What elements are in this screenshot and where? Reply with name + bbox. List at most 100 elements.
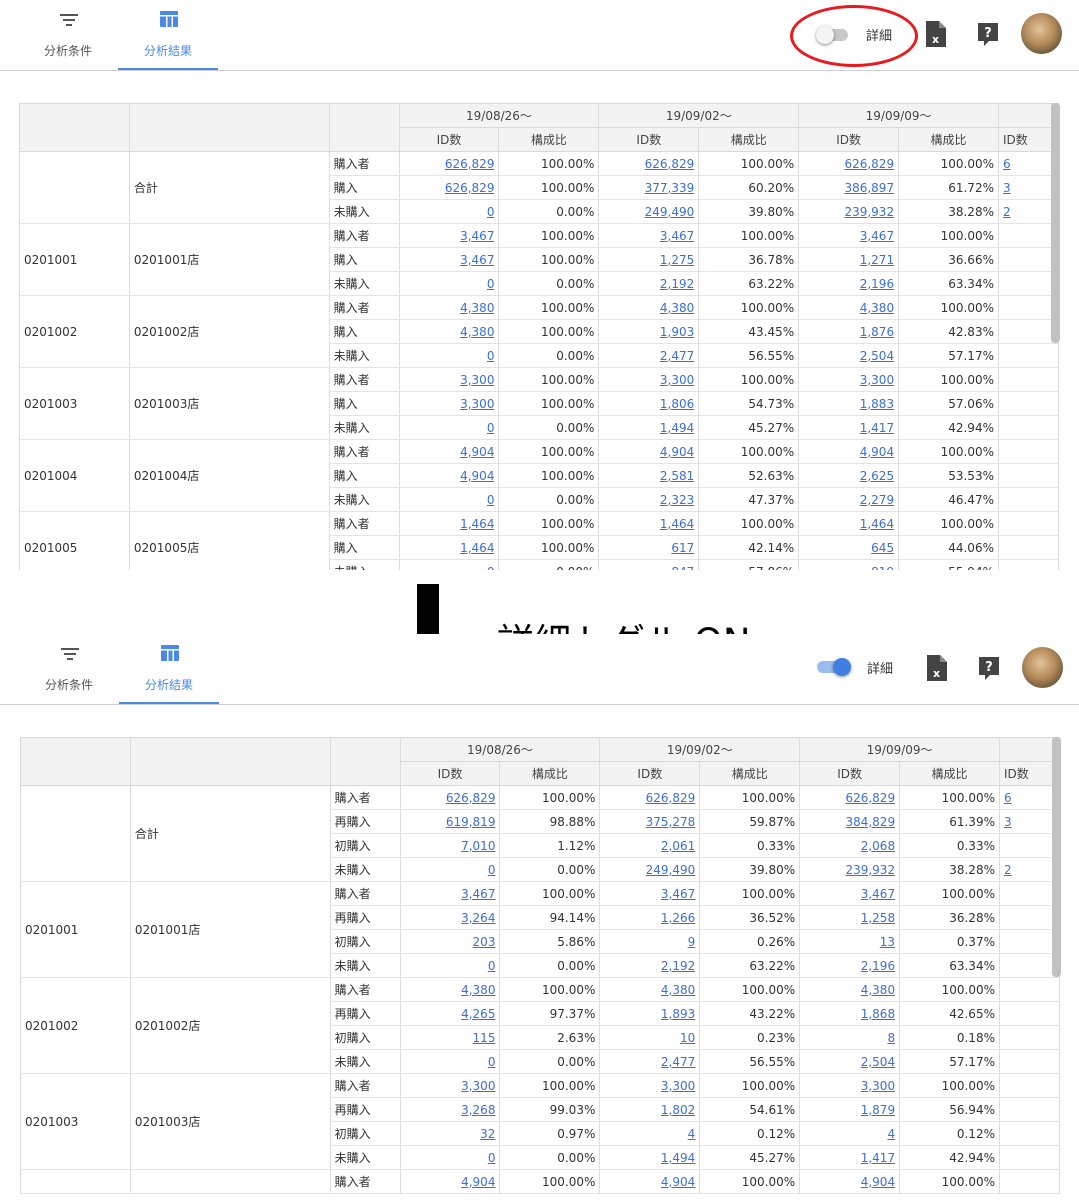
- id-count-link[interactable]: 384,829: [845, 815, 895, 829]
- id-count-link[interactable]: 619,819: [446, 815, 496, 829]
- id-count-link[interactable]: 1,417: [860, 421, 894, 435]
- id-count-link[interactable]: 626,829: [446, 791, 496, 805]
- id-count-link[interactable]: 2,068: [861, 839, 895, 853]
- id-count-link[interactable]: 2,504: [861, 1055, 895, 1069]
- id-count-link[interactable]: 1,464: [460, 517, 494, 531]
- detail-toggle[interactable]: [817, 658, 853, 676]
- tab-analysis-conditions[interactable]: 分析条件: [19, 634, 119, 704]
- user-avatar[interactable]: [1022, 647, 1063, 688]
- id-count-link[interactable]: 0: [488, 1055, 496, 1069]
- id-count-link[interactable]: 4,380: [460, 301, 494, 315]
- id-count-link[interactable]: 1,876: [860, 325, 894, 339]
- id-count-link[interactable]: 3,300: [660, 373, 694, 387]
- id-count-link[interactable]: 4,380: [461, 983, 495, 997]
- id-count-link[interactable]: 2,477: [661, 1055, 695, 1069]
- id-count-link[interactable]: 626,829: [645, 157, 695, 171]
- id-count-link[interactable]: 115: [473, 1031, 496, 1045]
- id-count-link[interactable]: 2,196: [861, 959, 895, 973]
- id-count-link[interactable]: 0: [487, 205, 495, 219]
- id-count-link[interactable]: 375,278: [646, 815, 696, 829]
- id-count-link[interactable]: 3,467: [660, 229, 694, 243]
- id-count-link[interactable]: 2: [1004, 863, 1012, 877]
- id-count-link[interactable]: 2,061: [661, 839, 695, 853]
- id-count-link[interactable]: 1,494: [661, 1151, 695, 1165]
- id-count-link[interactable]: 3,467: [861, 887, 895, 901]
- id-count-link[interactable]: 6: [1003, 157, 1011, 171]
- id-count-link[interactable]: 1,464: [460, 541, 494, 555]
- id-count-link[interactable]: 8: [887, 1031, 895, 1045]
- id-count-link[interactable]: 3,467: [860, 229, 894, 243]
- id-count-link[interactable]: 3: [1003, 181, 1011, 195]
- id-count-link[interactable]: 1,271: [860, 253, 894, 267]
- id-count-link[interactable]: 1,879: [861, 1103, 895, 1117]
- id-count-link[interactable]: 3,268: [461, 1103, 495, 1117]
- id-count-link[interactable]: 4,380: [660, 301, 694, 315]
- id-count-link[interactable]: 4: [887, 1127, 895, 1141]
- id-count-link[interactable]: 249,490: [645, 205, 695, 219]
- id-count-link[interactable]: 2,192: [660, 277, 694, 291]
- id-count-link[interactable]: 1,893: [661, 1007, 695, 1021]
- id-count-link[interactable]: 3,300: [461, 1079, 495, 1093]
- id-count-link[interactable]: 3,300: [460, 397, 494, 411]
- id-count-link[interactable]: 1,275: [660, 253, 694, 267]
- id-count-link[interactable]: 1,883: [860, 397, 894, 411]
- id-count-link[interactable]: 2,504: [860, 349, 894, 363]
- id-count-link[interactable]: 4,904: [461, 1175, 495, 1189]
- id-count-link[interactable]: 239,932: [844, 205, 894, 219]
- id-count-link[interactable]: 377,339: [645, 181, 695, 195]
- id-count-link[interactable]: 626,829: [646, 791, 696, 805]
- id-count-link[interactable]: 4,904: [660, 445, 694, 459]
- id-count-link[interactable]: 2,625: [860, 469, 894, 483]
- id-count-link[interactable]: 3,467: [661, 887, 695, 901]
- id-count-link[interactable]: 1,266: [661, 911, 695, 925]
- id-count-link[interactable]: 4,380: [460, 325, 494, 339]
- id-count-link[interactable]: 10: [680, 1031, 695, 1045]
- id-count-link[interactable]: 4,904: [860, 445, 894, 459]
- id-count-link[interactable]: 7,010: [461, 839, 495, 853]
- id-count-link[interactable]: 4,380: [860, 301, 894, 315]
- id-count-link[interactable]: 3,264: [461, 911, 495, 925]
- tab-analysis-conditions[interactable]: 分析条件: [18, 0, 118, 70]
- id-count-link[interactable]: 4,904: [861, 1175, 895, 1189]
- id-count-link[interactable]: 6: [1004, 791, 1012, 805]
- id-count-link[interactable]: 2,192: [661, 959, 695, 973]
- id-count-link[interactable]: 386,897: [844, 181, 894, 195]
- id-count-link[interactable]: 2: [1003, 205, 1011, 219]
- id-count-link[interactable]: 249,490: [646, 863, 696, 877]
- id-count-link[interactable]: 3,300: [861, 1079, 895, 1093]
- id-count-link[interactable]: 9: [688, 935, 696, 949]
- id-count-link[interactable]: 4,265: [461, 1007, 495, 1021]
- id-count-link[interactable]: 847: [671, 565, 694, 571]
- id-count-link[interactable]: 617: [671, 541, 694, 555]
- id-count-link[interactable]: 0: [488, 863, 496, 877]
- id-count-link[interactable]: 4,904: [460, 469, 494, 483]
- id-count-link[interactable]: 3,467: [460, 229, 494, 243]
- id-count-link[interactable]: 0: [487, 565, 495, 571]
- id-count-link[interactable]: 1,903: [660, 325, 694, 339]
- id-count-link[interactable]: 2,196: [860, 277, 894, 291]
- id-count-link[interactable]: 3,300: [661, 1079, 695, 1093]
- id-count-link[interactable]: 4,904: [460, 445, 494, 459]
- id-count-link[interactable]: 0: [488, 1151, 496, 1165]
- id-count-link[interactable]: 1,802: [661, 1103, 695, 1117]
- id-count-link[interactable]: 1,806: [660, 397, 694, 411]
- user-avatar[interactable]: [1021, 13, 1062, 54]
- id-count-link[interactable]: 2,581: [660, 469, 694, 483]
- id-count-link[interactable]: 239,932: [845, 863, 895, 877]
- tab-analysis-results[interactable]: 分析結果: [119, 634, 219, 704]
- id-count-link[interactable]: 4,380: [861, 983, 895, 997]
- id-count-link[interactable]: 1,464: [860, 517, 894, 531]
- id-count-link[interactable]: 3,467: [461, 887, 495, 901]
- id-count-link[interactable]: 0: [488, 959, 496, 973]
- id-count-link[interactable]: 1,258: [861, 911, 895, 925]
- id-count-link[interactable]: 0: [487, 349, 495, 363]
- vertical-scrollbar[interactable]: [1052, 737, 1061, 977]
- id-count-link[interactable]: 1,868: [861, 1007, 895, 1021]
- id-count-link[interactable]: 2,477: [660, 349, 694, 363]
- id-count-link[interactable]: 819: [871, 565, 894, 571]
- id-count-link[interactable]: 626,829: [844, 157, 894, 171]
- id-count-link[interactable]: 32: [480, 1127, 495, 1141]
- id-count-link[interactable]: 4: [688, 1127, 696, 1141]
- help-icon[interactable]: ?: [978, 656, 1000, 682]
- id-count-link[interactable]: 0: [487, 277, 495, 291]
